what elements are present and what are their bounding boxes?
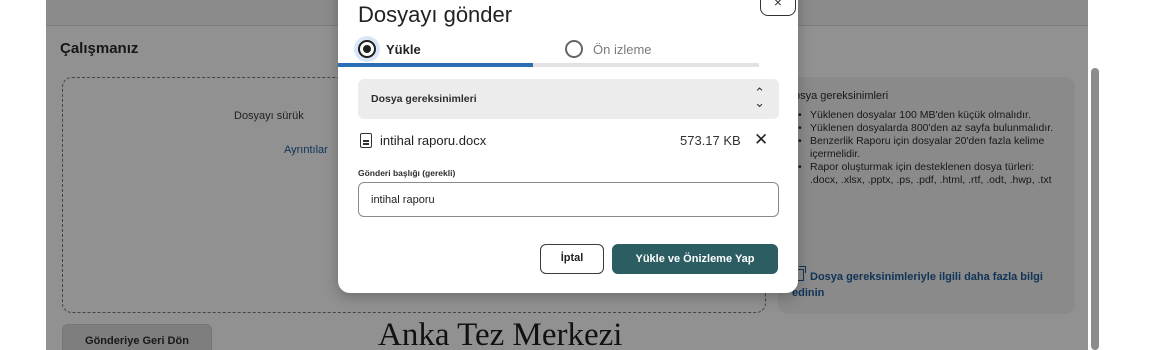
uploaded-file-row: intihal raporu.docx 573.17 KB ✕	[358, 130, 779, 152]
dialog-title: Dosyayı gönder	[358, 2, 513, 27]
tab-upload-label: Yükle	[386, 41, 421, 57]
watermark-text: Anka Tez Merkezi	[378, 317, 623, 350]
cancel-button[interactable]: İptal	[540, 244, 604, 274]
submission-title-label: Gönderi başlığı (gerekli)	[358, 168, 456, 178]
chevron-up-down-icon: ⌃ ⌄	[754, 85, 765, 110]
tab-preview[interactable]: Ön izleme	[563, 34, 773, 64]
tab-upload[interactable]: Yükle	[358, 34, 553, 64]
document-icon	[360, 133, 372, 148]
radio-unselected-icon	[565, 40, 583, 58]
dialog-tabs: Yükle Ön izleme	[358, 34, 779, 66]
tab-underline-active	[338, 63, 533, 67]
close-button[interactable]: ×	[760, 0, 796, 16]
file-size: 573.17 KB	[680, 133, 741, 148]
radio-selected-icon	[358, 40, 376, 58]
tab-preview-label: Ön izleme	[593, 41, 652, 57]
file-requirements-accordion[interactable]: Dosya gereksinimleri ⌃ ⌄	[358, 79, 779, 119]
scrollbar-thumb[interactable]	[1091, 68, 1099, 350]
submit-file-dialog: Dosyayı gönder × Yükle Ön izleme Dosya g…	[338, 0, 798, 293]
submission-title-input[interactable]	[358, 182, 779, 217]
upload-and-preview-button[interactable]: Yükle ve Önizleme Yap	[612, 244, 778, 274]
remove-file-icon[interactable]: ✕	[754, 130, 768, 150]
accordion-label: Dosya gereksinimleri	[371, 93, 477, 105]
file-name: intihal raporu.docx	[380, 133, 487, 148]
